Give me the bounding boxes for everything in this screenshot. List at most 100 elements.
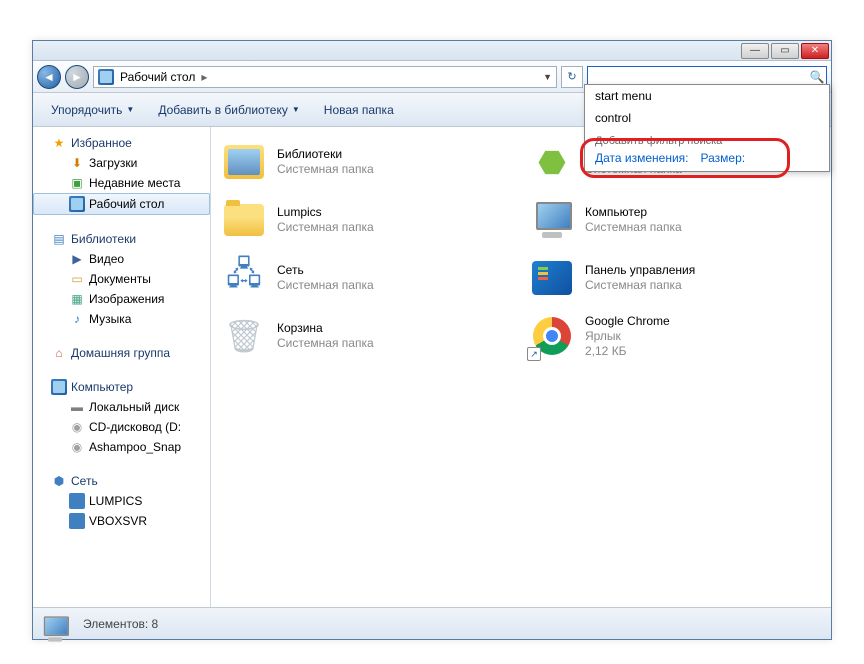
libraries-header[interactable]: ▤ Библиотеки [33, 229, 210, 249]
recent-icon: ▣ [69, 175, 85, 191]
sidebar-item-downloads[interactable]: ⬇ Загрузки [33, 153, 210, 173]
item-label: Ashampoo_Snap [89, 440, 181, 454]
favorites-header[interactable]: ★ Избранное [33, 133, 210, 153]
search-history-item[interactable]: start menu [585, 85, 829, 107]
cd-icon: ◉ [69, 439, 85, 455]
new-folder-label: Новая папка [324, 103, 394, 117]
pictures-icon: ▦ [69, 291, 85, 307]
location-text: Рабочий стол [120, 70, 195, 84]
item-type: Системная папка [277, 162, 374, 177]
sidebar-item-localdisk[interactable]: ▬ Локальный диск [33, 397, 210, 417]
item-label: Музыка [89, 312, 131, 326]
item-libraries[interactable]: Библиотеки Системная папка [217, 135, 517, 189]
pc-icon [69, 513, 85, 529]
item-label: VBOXSVR [89, 514, 147, 528]
search-history-item[interactable]: control [585, 107, 829, 129]
add-library-label: Добавить в библиотеку [158, 103, 288, 117]
add-to-library-button[interactable]: Добавить в библиотеку ▼ [148, 99, 309, 121]
nav-pane[interactable]: ★ Избранное ⬇ Загрузки ▣ Недавние места … [33, 127, 211, 607]
libraries-icon [224, 145, 264, 179]
item-label: CD-дисковод (D: [89, 420, 181, 434]
item-type: Системная папка [277, 220, 374, 235]
network-header[interactable]: ⬢ Сеть [33, 471, 210, 491]
item-network[interactable]: 🖧 Сеть Системная папка [217, 251, 517, 305]
item-recycle-bin[interactable]: 🗑 Корзина Системная папка [217, 309, 517, 363]
video-icon: ▶ [69, 251, 85, 267]
item-label: Локальный диск [89, 400, 179, 414]
item-control-panel[interactable]: Панель управления Системная папка [525, 251, 825, 305]
sidebar-item-videos[interactable]: ▶ Видео [33, 249, 210, 269]
sidebar-item-ashampoo[interactable]: ◉ Ashampoo_Snap [33, 437, 210, 457]
minimize-button[interactable]: — [741, 43, 769, 59]
item-name: Компьютер [585, 205, 682, 220]
item-label: Недавние места [89, 176, 180, 190]
search-input[interactable] [588, 70, 808, 84]
item-count: Элементов: 8 [83, 617, 158, 631]
organize-button[interactable]: Упорядочить ▼ [41, 99, 144, 121]
item-type: Системная папка [585, 220, 682, 235]
item-name: Корзина [277, 321, 374, 336]
chevron-down-icon: ▼ [126, 105, 134, 114]
sidebar-item-pictures[interactable]: ▦ Изображения [33, 289, 210, 309]
filter-date-modified[interactable]: Дата изменения: [595, 151, 689, 165]
titlebar: — ▭ ✕ [33, 41, 831, 61]
location-icon [98, 69, 114, 85]
pc-icon [69, 493, 85, 509]
recycle-bin-icon: 🗑 [221, 313, 267, 359]
favorites-label: Избранное [71, 136, 132, 150]
sidebar-item-recent[interactable]: ▣ Недавние места [33, 173, 210, 193]
item-chrome[interactable]: ↗ Google Chrome Ярлык 2,12 КБ [525, 309, 825, 363]
address-bar[interactable]: Рабочий стол ▸ ▼ [93, 66, 557, 88]
content-pane[interactable]: Библиотеки Системная папка ⬣ Домашняя гр… [211, 127, 831, 607]
homegroup-icon: ⬣ [529, 139, 575, 185]
computer-header[interactable]: Компьютер [33, 377, 210, 397]
homegroup-icon: ⌂ [51, 345, 67, 361]
refresh-button[interactable]: ↻ [561, 66, 583, 88]
item-name: Библиотеки [277, 147, 374, 162]
forward-button[interactable]: ► [65, 65, 89, 89]
item-label: Рабочий стол [89, 197, 164, 211]
organize-label: Упорядочить [51, 103, 122, 117]
item-type: Системная папка [277, 336, 374, 351]
sidebar-item-desktop[interactable]: Рабочий стол [33, 193, 210, 215]
item-computer[interactable]: Компьютер Системная папка [525, 193, 825, 247]
libraries-icon: ▤ [51, 231, 67, 247]
filter-header: Добавить фильтр поиска [585, 129, 829, 149]
folder-icon [224, 204, 264, 236]
item-type: Ярлык [585, 329, 670, 344]
libraries-label: Библиотеки [71, 232, 136, 246]
computer-label: Компьютер [71, 380, 133, 394]
sidebar-item-cddrive[interactable]: ◉ CD-дисковод (D: [33, 417, 210, 437]
new-folder-button[interactable]: Новая папка [314, 99, 404, 121]
item-name: Google Chrome [585, 314, 670, 329]
desktop-icon [69, 196, 85, 212]
back-button[interactable]: ◄ [37, 65, 61, 89]
maximize-button[interactable]: ▭ [771, 43, 799, 59]
filter-size[interactable]: Размер: [701, 151, 746, 165]
sidebar-item-music[interactable]: ♪ Музыка [33, 309, 210, 329]
item-label: Изображения [89, 292, 164, 306]
sidebar-item-vboxsvr[interactable]: VBOXSVR [33, 511, 210, 531]
computer-icon [51, 379, 67, 395]
homegroup-label: Домашняя группа [71, 346, 170, 360]
network-icon: 🖧 [221, 255, 267, 301]
sidebar-item-lumpics-pc[interactable]: LUMPICS [33, 491, 210, 511]
item-lumpics[interactable]: Lumpics Системная папка [217, 193, 517, 247]
item-label: Видео [89, 252, 124, 266]
homegroup-header[interactable]: ⌂ Домашняя группа [33, 343, 210, 363]
item-size: 2,12 КБ [585, 344, 670, 359]
downloads-icon: ⬇ [69, 155, 85, 171]
group-favorites: ★ Избранное ⬇ Загрузки ▣ Недавние места … [33, 133, 210, 215]
cd-icon: ◉ [69, 419, 85, 435]
close-button[interactable]: ✕ [801, 43, 829, 59]
item-name: Панель управления [585, 263, 695, 278]
search-icon[interactable]: 🔍 [808, 68, 826, 86]
sidebar-item-documents[interactable]: ▭ Документы [33, 269, 210, 289]
item-type: Системная папка [585, 278, 695, 293]
item-type: Системная папка [277, 278, 374, 293]
document-icon: ▭ [69, 271, 85, 287]
breadcrumb-sep-icon[interactable]: ▸ [201, 70, 207, 84]
item-label: Загрузки [89, 156, 137, 170]
item-label: Документы [89, 272, 151, 286]
dropdown-icon[interactable]: ▼ [543, 72, 552, 82]
